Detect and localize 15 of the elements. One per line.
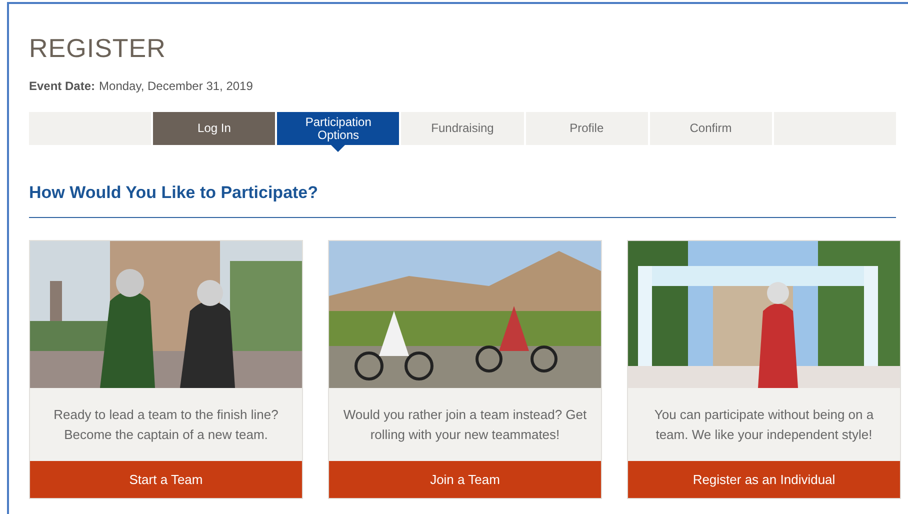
event-date-label: Event Date: — [29, 79, 96, 93]
step-tab[interactable]: Confirm — [650, 112, 772, 145]
step-tab[interactable]: Fundraising — [401, 112, 524, 145]
option-description: You can participate without being on a team. We like your independent style! — [653, 406, 875, 444]
tab-pointer — [331, 145, 346, 152]
option-description: Would you rather join a team instead? Get rolling with your new teammates! — [342, 406, 588, 444]
option-button[interactable]: Join a Team — [329, 461, 601, 498]
step-tab[interactable]: Profile — [526, 112, 648, 145]
event-date: Monday, December 31, 2019 — [99, 79, 253, 93]
option-button[interactable]: Register as an Individual — [628, 461, 900, 498]
section-heading: How Would You Like to Participate? — [29, 183, 320, 203]
option-description: Ready to lead a team to the finish line? Become the captain of a new team. — [52, 406, 280, 444]
page-title: REGISTER — [29, 32, 167, 65]
step-tab[interactable]: Log In — [153, 112, 276, 145]
option-button[interactable]: Start a Team — [30, 461, 302, 498]
